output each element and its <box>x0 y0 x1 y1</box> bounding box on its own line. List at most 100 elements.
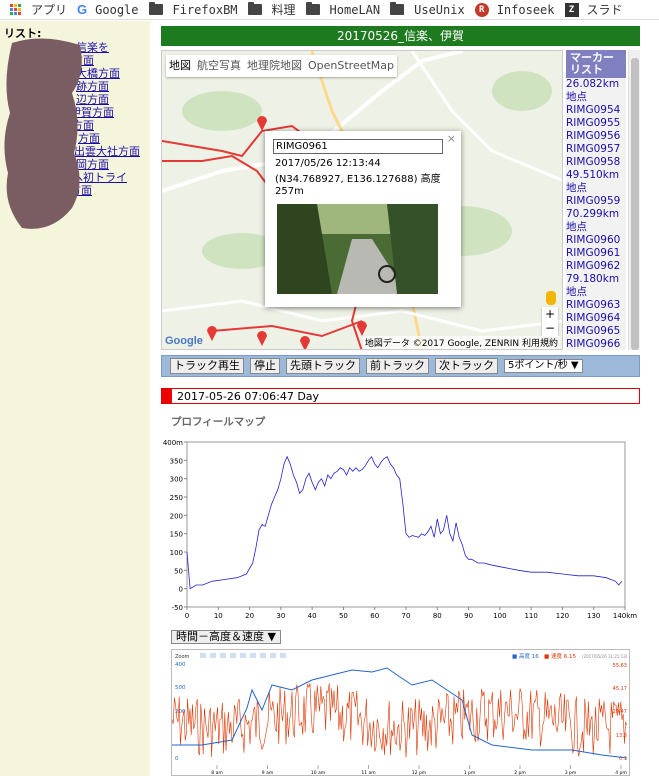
marker-item[interactable]: 79.180km地点 <box>566 273 626 299</box>
y-tick-label: 400m <box>163 439 183 447</box>
info-popup: × RIMG0961 2017/05/26 12:13:44 (N34.7689… <box>265 131 461 307</box>
x-tick-label: 4 pm <box>615 770 627 776</box>
popup-close-button[interactable]: × <box>447 132 456 145</box>
folder-icon <box>390 2 405 15</box>
marker-item[interactable]: RIMG0959 <box>566 195 626 208</box>
speed-select[interactable]: 5ポイント/秒 ▼ <box>504 359 583 373</box>
y-tick-label: 0 <box>179 586 183 594</box>
zoom-in-button[interactable]: + <box>542 307 558 321</box>
next-track-button[interactable]: 次トラック <box>435 358 498 374</box>
x-tick-label: 140km <box>613 612 637 620</box>
map-view[interactable]: 地図 航空写真 地理院地図 OpenStreetMap × RIMG0961 2… <box>161 50 563 350</box>
redaction-blot <box>4 38 82 229</box>
zoom-out-button[interactable]: − <box>542 321 558 335</box>
google-logo: Google <box>165 335 203 347</box>
infoseek-icon: R <box>474 2 489 17</box>
left-tick-label: 500 <box>175 685 186 691</box>
altitude-speed-svg: Zoom ■ 高度 16 ■ 速度 6.15 (2017/05/26 11:21:13… <box>172 650 629 776</box>
prev-track-button[interactable]: 前トラック <box>366 358 429 374</box>
bookmark-label: FirefoxBM <box>172 2 238 17</box>
x-tick-label: 10 am <box>311 770 325 776</box>
tab-map[interactable]: 地図 <box>166 55 194 77</box>
profile-mode-select[interactable]: 時間－高度＆速度 ▼ <box>171 630 281 644</box>
marker-item[interactable]: RIMG0963 <box>566 299 626 312</box>
x-tick-label: 110 <box>524 612 537 620</box>
left-tick-label: 400 <box>175 662 186 668</box>
bookmark-label: Google <box>95 2 139 17</box>
x-tick-label: 11 am <box>361 770 375 776</box>
x-tick-label: 80 <box>433 612 442 620</box>
zoom-option <box>270 653 276 658</box>
marker-list-scrollbar[interactable] <box>628 50 640 350</box>
marker-item[interactable]: RIMG0964 <box>566 312 626 325</box>
y-tick-label: 150 <box>170 531 183 539</box>
page-title: 20170526_信楽、伊賀 <box>161 26 640 46</box>
marker-item[interactable]: RIMG0955 <box>566 117 626 130</box>
first-track-button[interactable]: 先頭トラック <box>286 358 360 374</box>
bookmark-firefoxbm[interactable]: FirefoxBM <box>148 2 238 17</box>
marker-item[interactable]: RIMG0954 <box>566 104 626 117</box>
bookmark-useunix[interactable]: UseUnix <box>390 2 465 17</box>
bookmarks-bar: アプリ G Google FirefoxBM 料理 HomeLAN UseUni… <box>0 0 659 20</box>
popup-date: 2017/05/26 12:13:44 <box>275 158 381 169</box>
map-type-tabs: 地図 航空写真 地理院地図 OpenStreetMap <box>166 55 398 77</box>
marker-item[interactable]: 49.510km地点 <box>566 169 626 195</box>
zoom-label: Zoom <box>175 654 190 660</box>
marker-item[interactable]: RIMG0965 <box>566 325 626 338</box>
play-track-button[interactable]: トラック再生 <box>170 358 244 374</box>
scrollbar-thumb[interactable] <box>631 58 639 350</box>
x-tick-label: 120 <box>556 612 569 620</box>
marker-item[interactable]: RIMG0960 <box>566 234 626 247</box>
x-tick-label: 1 pm <box>464 770 476 776</box>
zoom-control: + − <box>542 307 558 337</box>
x-tick-label: 10 <box>214 612 223 620</box>
bookmark-label: アプリ <box>31 3 68 17</box>
bookmark-google[interactable]: G Google <box>77 2 138 17</box>
bookmark-label: 料理 <box>271 3 296 17</box>
y-tick-label: 250 <box>170 494 183 502</box>
y-tick-label: -50 <box>172 604 183 612</box>
stop-button[interactable]: 停止 <box>250 358 280 374</box>
track-color-marker <box>162 389 172 403</box>
x-tick-label: 70 <box>402 612 411 620</box>
popup-photo[interactable] <box>277 204 438 294</box>
marker-item[interactable]: RIMG0966 <box>566 338 626 350</box>
y-tick-label: 100 <box>170 549 183 557</box>
x-tick-label: 3 pm <box>565 770 577 776</box>
tab-satellite[interactable]: 航空写真 <box>194 55 244 77</box>
y-tick-label: 300 <box>170 476 183 484</box>
profile-heading: プロフィールマップ <box>171 416 266 428</box>
marker-item[interactable]: 26.082km地点 <box>566 78 626 104</box>
bookmark-apps[interactable]: アプリ <box>10 1 67 18</box>
plot-area <box>186 441 626 608</box>
marker-item[interactable]: RIMG0962 <box>566 260 626 273</box>
x-tick-label: 2 pm <box>514 770 526 776</box>
bookmark-cooking[interactable]: 料理 <box>247 1 296 18</box>
chart-bg <box>172 650 629 775</box>
zoom-option <box>220 653 226 658</box>
marker-item[interactable]: 70.299km地点 <box>566 208 626 234</box>
marker-item[interactable]: RIMG0957 <box>566 143 626 156</box>
tab-openstreetmap[interactable]: OpenStreetMap <box>305 55 397 77</box>
marker-item[interactable]: RIMG0956 <box>566 130 626 143</box>
right-tick-label: 55.63 <box>613 663 627 669</box>
sidebar: リスト: 信楽を 方面 大橋方面 跡方面 辺方面 伊賀方面 方面 方面 出雲大社… <box>0 21 150 776</box>
bookmark-label: HomeLAN <box>329 2 381 17</box>
tab-gsi-map[interactable]: 地理院地図 <box>244 55 305 77</box>
marker-item[interactable]: RIMG0961 <box>566 247 626 260</box>
legend-altitude: ■ 高度 16 <box>512 652 539 660</box>
bookmark-label: UseUnix <box>414 2 465 17</box>
x-tick-label: 30 <box>276 612 285 620</box>
bookmark-infoseek[interactable]: R Infoseek <box>474 2 555 17</box>
bookmark-slashdot[interactable]: Z スラド <box>564 1 623 18</box>
folder-icon <box>305 2 320 15</box>
street-view-icon[interactable] <box>546 291 556 305</box>
track-date-header: 2017-05-26 07:06:47 Day <box>161 388 640 404</box>
bookmark-homelan[interactable]: HomeLAN <box>305 2 381 17</box>
right-tick-label: 45.17 <box>613 686 627 692</box>
marker-item[interactable]: RIMG0958 <box>566 156 626 169</box>
altitude-speed-chart: Zoom ■ 高度 16 ■ 速度 6.15 (2017/05/26 11:21:13… <box>171 649 630 776</box>
apps-icon <box>10 4 21 15</box>
zoom-option <box>230 653 236 658</box>
google-icon: G <box>77 2 88 17</box>
